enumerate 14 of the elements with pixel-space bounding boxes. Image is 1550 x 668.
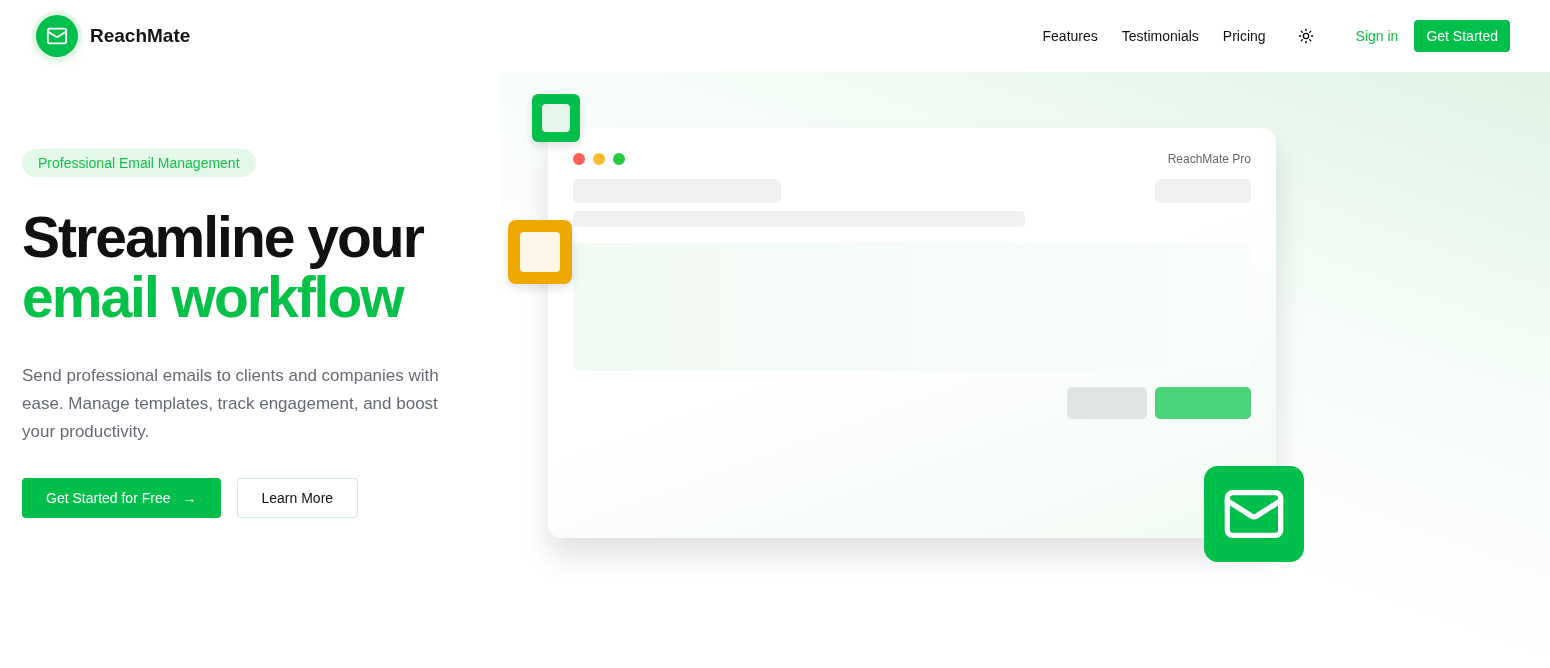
mail-icon [1204, 466, 1304, 562]
nav-link[interactable]: Features [1042, 28, 1098, 44]
nav-link[interactable]: Testimonials [1121, 28, 1199, 44]
hero-description: Send professional emails to clients and companies with ease. Manage templates, track engagement, and boost your productivity. [22, 365, 440, 443]
theme-toggle-sun-icon[interactable] [1297, 28, 1314, 44]
learn-more-button[interactable]: Learn More [236, 478, 359, 518]
headline: Streamline your [22, 207, 425, 267]
floating-square-icon [532, 94, 580, 142]
mockup-title: ReachMate Pro [1167, 152, 1251, 166]
floating-square-icon [508, 220, 572, 284]
brand-name: ReachMate [90, 25, 191, 47]
nav-link[interactable]: Pricing [1222, 28, 1266, 44]
logo-icon [36, 15, 78, 57]
tagline-badge: Professional Email Management [22, 149, 256, 177]
